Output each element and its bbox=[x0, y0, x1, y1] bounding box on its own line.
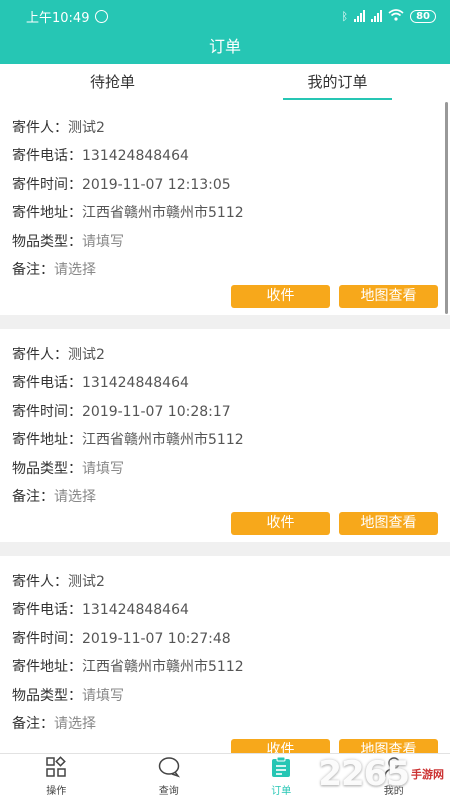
address-value: 江西省赣州市赣州市5112 bbox=[82, 205, 244, 222]
phone-value: 131424848464 bbox=[82, 375, 189, 392]
phone-value: 131424848464 bbox=[82, 602, 189, 619]
type-label: 物品类型： bbox=[12, 460, 82, 477]
time-value: 2019-11-07 10:27:48 bbox=[82, 630, 231, 647]
address-row: 寄件地址：江西省赣州市赣州市5112 bbox=[12, 426, 438, 454]
remark-row: 备注：请选择 bbox=[12, 256, 438, 284]
page-title: 订单 bbox=[0, 32, 450, 64]
sender-value: 测试2 bbox=[68, 574, 105, 590]
signal-icon-2 bbox=[371, 10, 383, 22]
sender-label: 寄件人： bbox=[12, 347, 68, 363]
remark-row: 备注：请选择 bbox=[12, 710, 438, 738]
phone-label: 寄件电话： bbox=[12, 148, 82, 165]
remark-label: 备注： bbox=[12, 488, 54, 505]
order-card: 寄件人：测试2 寄件电话：131424848464 寄件时间：2019-11-0… bbox=[0, 329, 450, 542]
receive-button[interactable]: 收件 bbox=[231, 739, 330, 753]
type-value: 请填写 bbox=[82, 233, 124, 250]
battery-icon: 80 bbox=[410, 9, 436, 23]
address-label: 寄件地址： bbox=[12, 205, 82, 222]
time-label: 寄件时间： bbox=[12, 176, 82, 193]
address-value: 江西省赣州市赣州市5112 bbox=[82, 432, 244, 449]
address-value: 江西省赣州市赣州市5112 bbox=[82, 659, 244, 676]
remark-value: 请选择 bbox=[54, 488, 96, 505]
sender-label: 寄件人： bbox=[12, 120, 68, 136]
phone-row: 寄件电话：131424848464 bbox=[12, 369, 438, 397]
nav-label-orders: 订单 bbox=[271, 786, 292, 797]
sender-value: 测试2 bbox=[68, 120, 105, 136]
address-label: 寄件地址： bbox=[12, 659, 82, 676]
map-view-button[interactable]: 地图查看 bbox=[339, 512, 438, 535]
receive-button[interactable]: 收件 bbox=[231, 285, 330, 308]
phone-row: 寄件电话：131424848464 bbox=[12, 596, 438, 624]
time-value: 2019-11-07 12:13:05 bbox=[82, 176, 231, 193]
status-bar: 上午10:49 ᛒ 80 bbox=[0, 0, 450, 32]
address-row: 寄件地址：江西省赣州市赣州市5112 bbox=[12, 199, 438, 227]
time-row: 寄件时间：2019-11-07 10:28:17 bbox=[12, 398, 438, 426]
address-row: 寄件地址：江西省赣州市赣州市5112 bbox=[12, 653, 438, 681]
tab-pending[interactable]: 待抢单 bbox=[0, 64, 225, 102]
signal-icon bbox=[354, 10, 366, 22]
remark-value: 请选择 bbox=[54, 715, 96, 732]
nav-item-operate[interactable]: 操作 bbox=[0, 754, 113, 800]
remark-row: 备注：请选择 bbox=[12, 483, 438, 511]
scrollbar[interactable] bbox=[445, 102, 448, 314]
time-row: 寄件时间：2019-11-07 12:13:05 bbox=[12, 171, 438, 199]
grid-icon bbox=[44, 755, 68, 779]
nav-label-operate: 操作 bbox=[46, 786, 67, 797]
time-row: 寄件时间：2019-11-07 10:27:48 bbox=[12, 625, 438, 653]
site-watermark-logo: 2265 手游网 bbox=[318, 754, 444, 794]
sender-row: 寄件人：测试2 bbox=[12, 341, 438, 369]
map-view-button[interactable]: 地图查看 bbox=[339, 739, 438, 753]
phone-label: 寄件电话： bbox=[12, 602, 82, 619]
status-time: 上午10:49 bbox=[26, 10, 90, 26]
order-list[interactable]: 寄件人：测试2 寄件电话：131424848464 寄件时间：2019-11-0… bbox=[0, 102, 450, 753]
time-label: 寄件时间： bbox=[12, 630, 82, 647]
bluetooth-icon: ᛒ bbox=[341, 9, 349, 23]
nav-label-query: 查询 bbox=[158, 786, 179, 797]
alarm-icon bbox=[95, 9, 109, 23]
remark-label: 备注： bbox=[12, 261, 54, 278]
chat-icon bbox=[157, 755, 181, 779]
type-label: 物品类型： bbox=[12, 233, 82, 250]
card-actions: 收件 地图查看 bbox=[231, 739, 438, 753]
sender-label: 寄件人： bbox=[12, 574, 68, 590]
phone-value: 131424848464 bbox=[82, 148, 189, 165]
clipboard-icon bbox=[269, 755, 293, 779]
card-actions: 收件 地图查看 bbox=[231, 285, 438, 308]
phone-label: 寄件电话： bbox=[12, 375, 82, 392]
phone-row: 寄件电话：131424848464 bbox=[12, 142, 438, 170]
tab-bar: 待抢单 我的订单 bbox=[0, 64, 450, 102]
type-label: 物品类型： bbox=[12, 687, 82, 704]
order-card: 寄件人：测试2 寄件电话：131424848464 寄件时间：2019-11-0… bbox=[0, 556, 450, 753]
time-label: 寄件时间： bbox=[12, 403, 82, 420]
sender-row: 寄件人：测试2 bbox=[12, 114, 438, 142]
wifi-icon bbox=[388, 8, 404, 24]
tab-my-orders[interactable]: 我的订单 bbox=[225, 64, 450, 102]
watermark-text: 手游网 bbox=[411, 768, 444, 781]
type-row: 物品类型：请填写 bbox=[12, 455, 438, 483]
nav-item-query[interactable]: 查询 bbox=[113, 754, 226, 800]
receive-button[interactable]: 收件 bbox=[231, 512, 330, 535]
type-value: 请填写 bbox=[82, 687, 124, 704]
status-icons: ᛒ 80 bbox=[341, 8, 436, 24]
type-row: 物品类型：请填写 bbox=[12, 682, 438, 710]
card-actions: 收件 地图查看 bbox=[231, 512, 438, 535]
map-view-button[interactable]: 地图查看 bbox=[339, 285, 438, 308]
type-row: 物品类型：请填写 bbox=[12, 228, 438, 256]
type-value: 请填写 bbox=[82, 460, 124, 477]
time-value: 2019-11-07 10:28:17 bbox=[82, 403, 231, 420]
watermark-number: 2265 bbox=[318, 754, 410, 794]
order-card: 寄件人：测试2 寄件电话：131424848464 寄件时间：2019-11-0… bbox=[0, 102, 450, 315]
sender-row: 寄件人：测试2 bbox=[12, 568, 438, 596]
remark-label: 备注： bbox=[12, 715, 54, 732]
sender-value: 测试2 bbox=[68, 347, 105, 363]
address-label: 寄件地址： bbox=[12, 432, 82, 449]
remark-value: 请选择 bbox=[54, 261, 96, 278]
